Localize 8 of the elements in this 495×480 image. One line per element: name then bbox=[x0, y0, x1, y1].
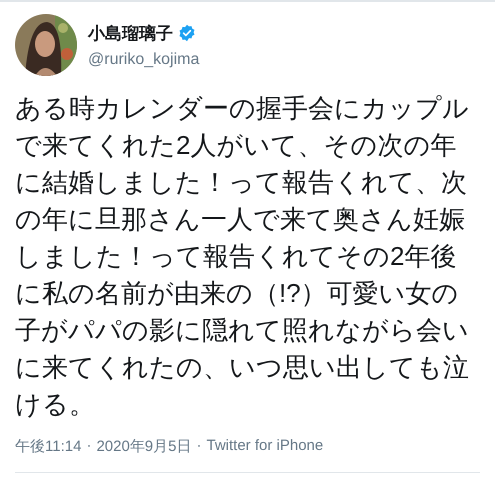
tweet-text: ある時カレンダーの握手会にカップルで来てくれた2人がいて、その次の年に結婚しました！って報告くれて、次の年に旦那さん一人で来て奥さん妊娠しました！って報告くれてその2年後に私の名前が由来の（!?）可愛い女の子がパパの影に隠れて照れながら会いに来てくれたの、いつ思い出しても泣ける。 bbox=[15, 92, 470, 421]
separator-dot: · bbox=[86, 437, 92, 456]
author-name[interactable]: 小島瑠璃子 bbox=[88, 22, 173, 44]
author-handle[interactable]: @ruriko_kojima bbox=[88, 50, 200, 68]
tweet-source[interactable]: Twitter for iPhone bbox=[206, 437, 324, 456]
separator-dot: · bbox=[196, 437, 202, 456]
tweet-time: 午後11:14 bbox=[15, 437, 82, 456]
tweet-date: 2020年9月5日 bbox=[96, 437, 192, 456]
